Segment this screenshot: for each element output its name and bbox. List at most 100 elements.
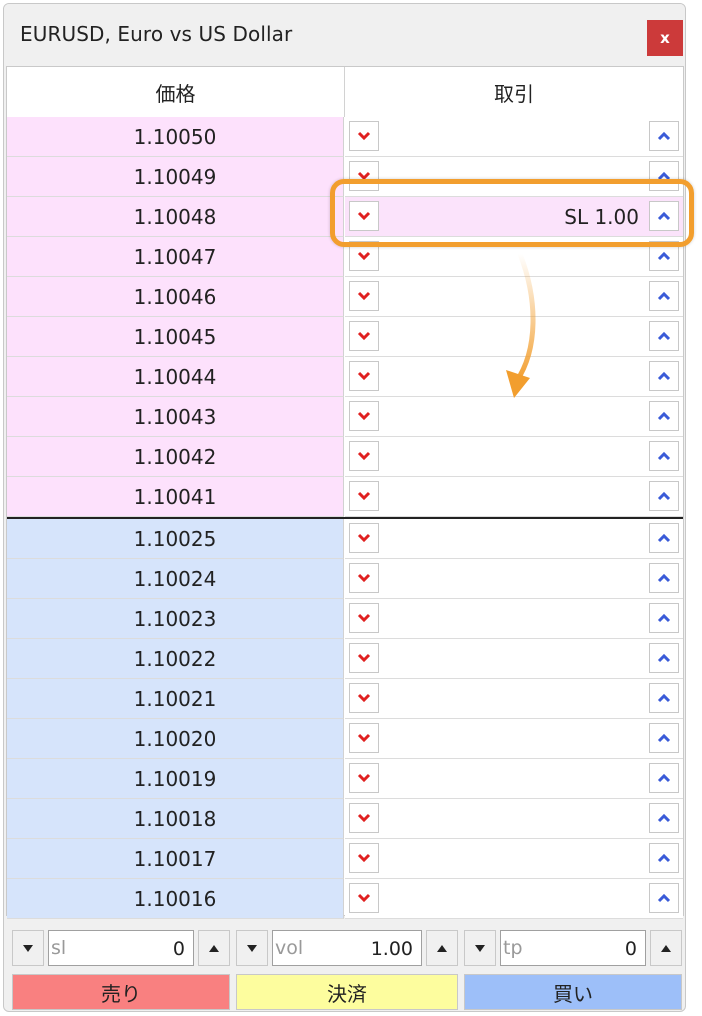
sell-limit-button[interactable]: [349, 481, 379, 511]
buy-limit-button[interactable]: [649, 723, 679, 753]
sell-limit-button[interactable]: [349, 883, 379, 913]
buy-limit-button[interactable]: [649, 161, 679, 191]
ask-price-row: 1.10041: [7, 477, 683, 517]
buy-limit-button[interactable]: [649, 523, 679, 553]
ask-price-row: 1.10044: [7, 357, 683, 397]
tp-input[interactable]: [545, 934, 639, 964]
chevron-down-icon: [357, 893, 371, 903]
sell-limit-button[interactable]: [349, 683, 379, 713]
chevron-up-icon: [657, 813, 671, 823]
buy-limit-button[interactable]: [649, 401, 679, 431]
sell-limit-button[interactable]: [349, 441, 379, 471]
close-button[interactable]: x: [647, 20, 683, 56]
buy-limit-button[interactable]: [649, 281, 679, 311]
sell-limit-button[interactable]: [349, 281, 379, 311]
chevron-up-icon: [657, 773, 671, 783]
chevron-up-icon: [657, 451, 671, 461]
chevron-down-icon: [357, 171, 371, 181]
price-cell: 1.10017: [7, 839, 344, 879]
chevron-up-icon: [657, 411, 671, 421]
chevron-up-icon: [657, 653, 671, 663]
buy-limit-button[interactable]: [649, 121, 679, 151]
chevron-down-icon: [357, 693, 371, 703]
chevron-down-icon: [357, 451, 371, 461]
trade-cell: [345, 639, 683, 679]
sell-limit-button[interactable]: [349, 321, 379, 351]
buy-limit-button[interactable]: [649, 883, 679, 913]
price-cell: 1.10049: [7, 157, 344, 197]
sell-limit-button[interactable]: [349, 563, 379, 593]
tp-decrease-button[interactable]: [464, 930, 496, 966]
buy-limit-button[interactable]: [649, 241, 679, 271]
sell-limit-button[interactable]: [349, 803, 379, 833]
buy-limit-button[interactable]: [649, 643, 679, 673]
vol-field[interactable]: vol: [272, 930, 422, 966]
sell-limit-button[interactable]: [349, 603, 379, 633]
sell-limit-button[interactable]: [349, 401, 379, 431]
buy-limit-button[interactable]: [649, 603, 679, 633]
chevron-down-icon: [357, 613, 371, 623]
vol-decrease-button[interactable]: [236, 930, 268, 966]
chevron-down-icon: [357, 653, 371, 663]
trade-cell: [345, 879, 683, 919]
trade-cell: SL 1.00: [345, 197, 683, 237]
chevron-down-icon: [357, 411, 371, 421]
chevron-up-icon: [657, 291, 671, 301]
price-cell: 1.10047: [7, 237, 344, 277]
buy-limit-button[interactable]: [649, 563, 679, 593]
chevron-up-icon: [657, 251, 671, 261]
tp-increase-button[interactable]: [650, 930, 682, 966]
vol-increase-button[interactable]: [426, 930, 458, 966]
trade-cell: [345, 799, 683, 839]
sell-limit-button[interactable]: [349, 763, 379, 793]
chevron-up-icon: [657, 853, 671, 863]
chevron-up-icon: [657, 211, 671, 221]
sl-decrease-button[interactable]: [12, 930, 44, 966]
chevron-down-icon: [357, 773, 371, 783]
sell-limit-button[interactable]: [349, 843, 379, 873]
buy-limit-button[interactable]: [649, 321, 679, 351]
chevron-down-icon: [357, 533, 371, 543]
vol-input[interactable]: [321, 934, 415, 964]
sell-limit-button[interactable]: [349, 361, 379, 391]
buy-limit-button[interactable]: [649, 361, 679, 391]
sell-limit-button[interactable]: [349, 201, 379, 231]
buy-limit-button[interactable]: [649, 201, 679, 231]
sell-limit-button[interactable]: [349, 121, 379, 151]
trade-cell: [345, 117, 683, 157]
buy-limit-button[interactable]: [649, 843, 679, 873]
tp-field[interactable]: tp: [500, 930, 646, 966]
buy-limit-button[interactable]: [649, 763, 679, 793]
buy-limit-button[interactable]: [649, 803, 679, 833]
pending-order-label[interactable]: SL 1.00: [564, 205, 639, 229]
trade-column-header: 取引: [345, 67, 683, 117]
trade-cell: [345, 759, 683, 799]
price-cell: 1.10045: [7, 317, 344, 357]
sell-limit-button[interactable]: [349, 723, 379, 753]
sell-limit-button[interactable]: [349, 241, 379, 271]
sell-limit-button[interactable]: [349, 161, 379, 191]
sell-limit-button[interactable]: [349, 523, 379, 553]
buy-limit-button[interactable]: [649, 441, 679, 471]
ask-price-row: 1.10048 SL 1.00: [7, 197, 683, 237]
price-cell: 1.10022: [7, 639, 344, 679]
bid-price-row: 1.10016: [7, 879, 683, 919]
sl-input[interactable]: [93, 934, 187, 964]
trade-cell: [345, 477, 683, 517]
sell-button[interactable]: 売り: [12, 974, 230, 1010]
sell-limit-button[interactable]: [349, 643, 379, 673]
ask-price-row: 1.10043: [7, 397, 683, 437]
buy-button[interactable]: 買い: [464, 974, 682, 1010]
price-cell: 1.10041: [7, 477, 344, 517]
price-cell: 1.10025: [7, 519, 344, 559]
ask-price-row: 1.10045: [7, 317, 683, 357]
sl-field[interactable]: sl: [48, 930, 194, 966]
chevron-up-icon: [657, 893, 671, 903]
bid-price-row: 1.10024: [7, 559, 683, 599]
chevron-down-icon: [357, 573, 371, 583]
close-position-button[interactable]: 決済: [236, 974, 458, 1010]
buy-limit-button[interactable]: [649, 481, 679, 511]
sl-increase-button[interactable]: [198, 930, 230, 966]
triangle-up-icon: [437, 944, 447, 952]
buy-limit-button[interactable]: [649, 683, 679, 713]
